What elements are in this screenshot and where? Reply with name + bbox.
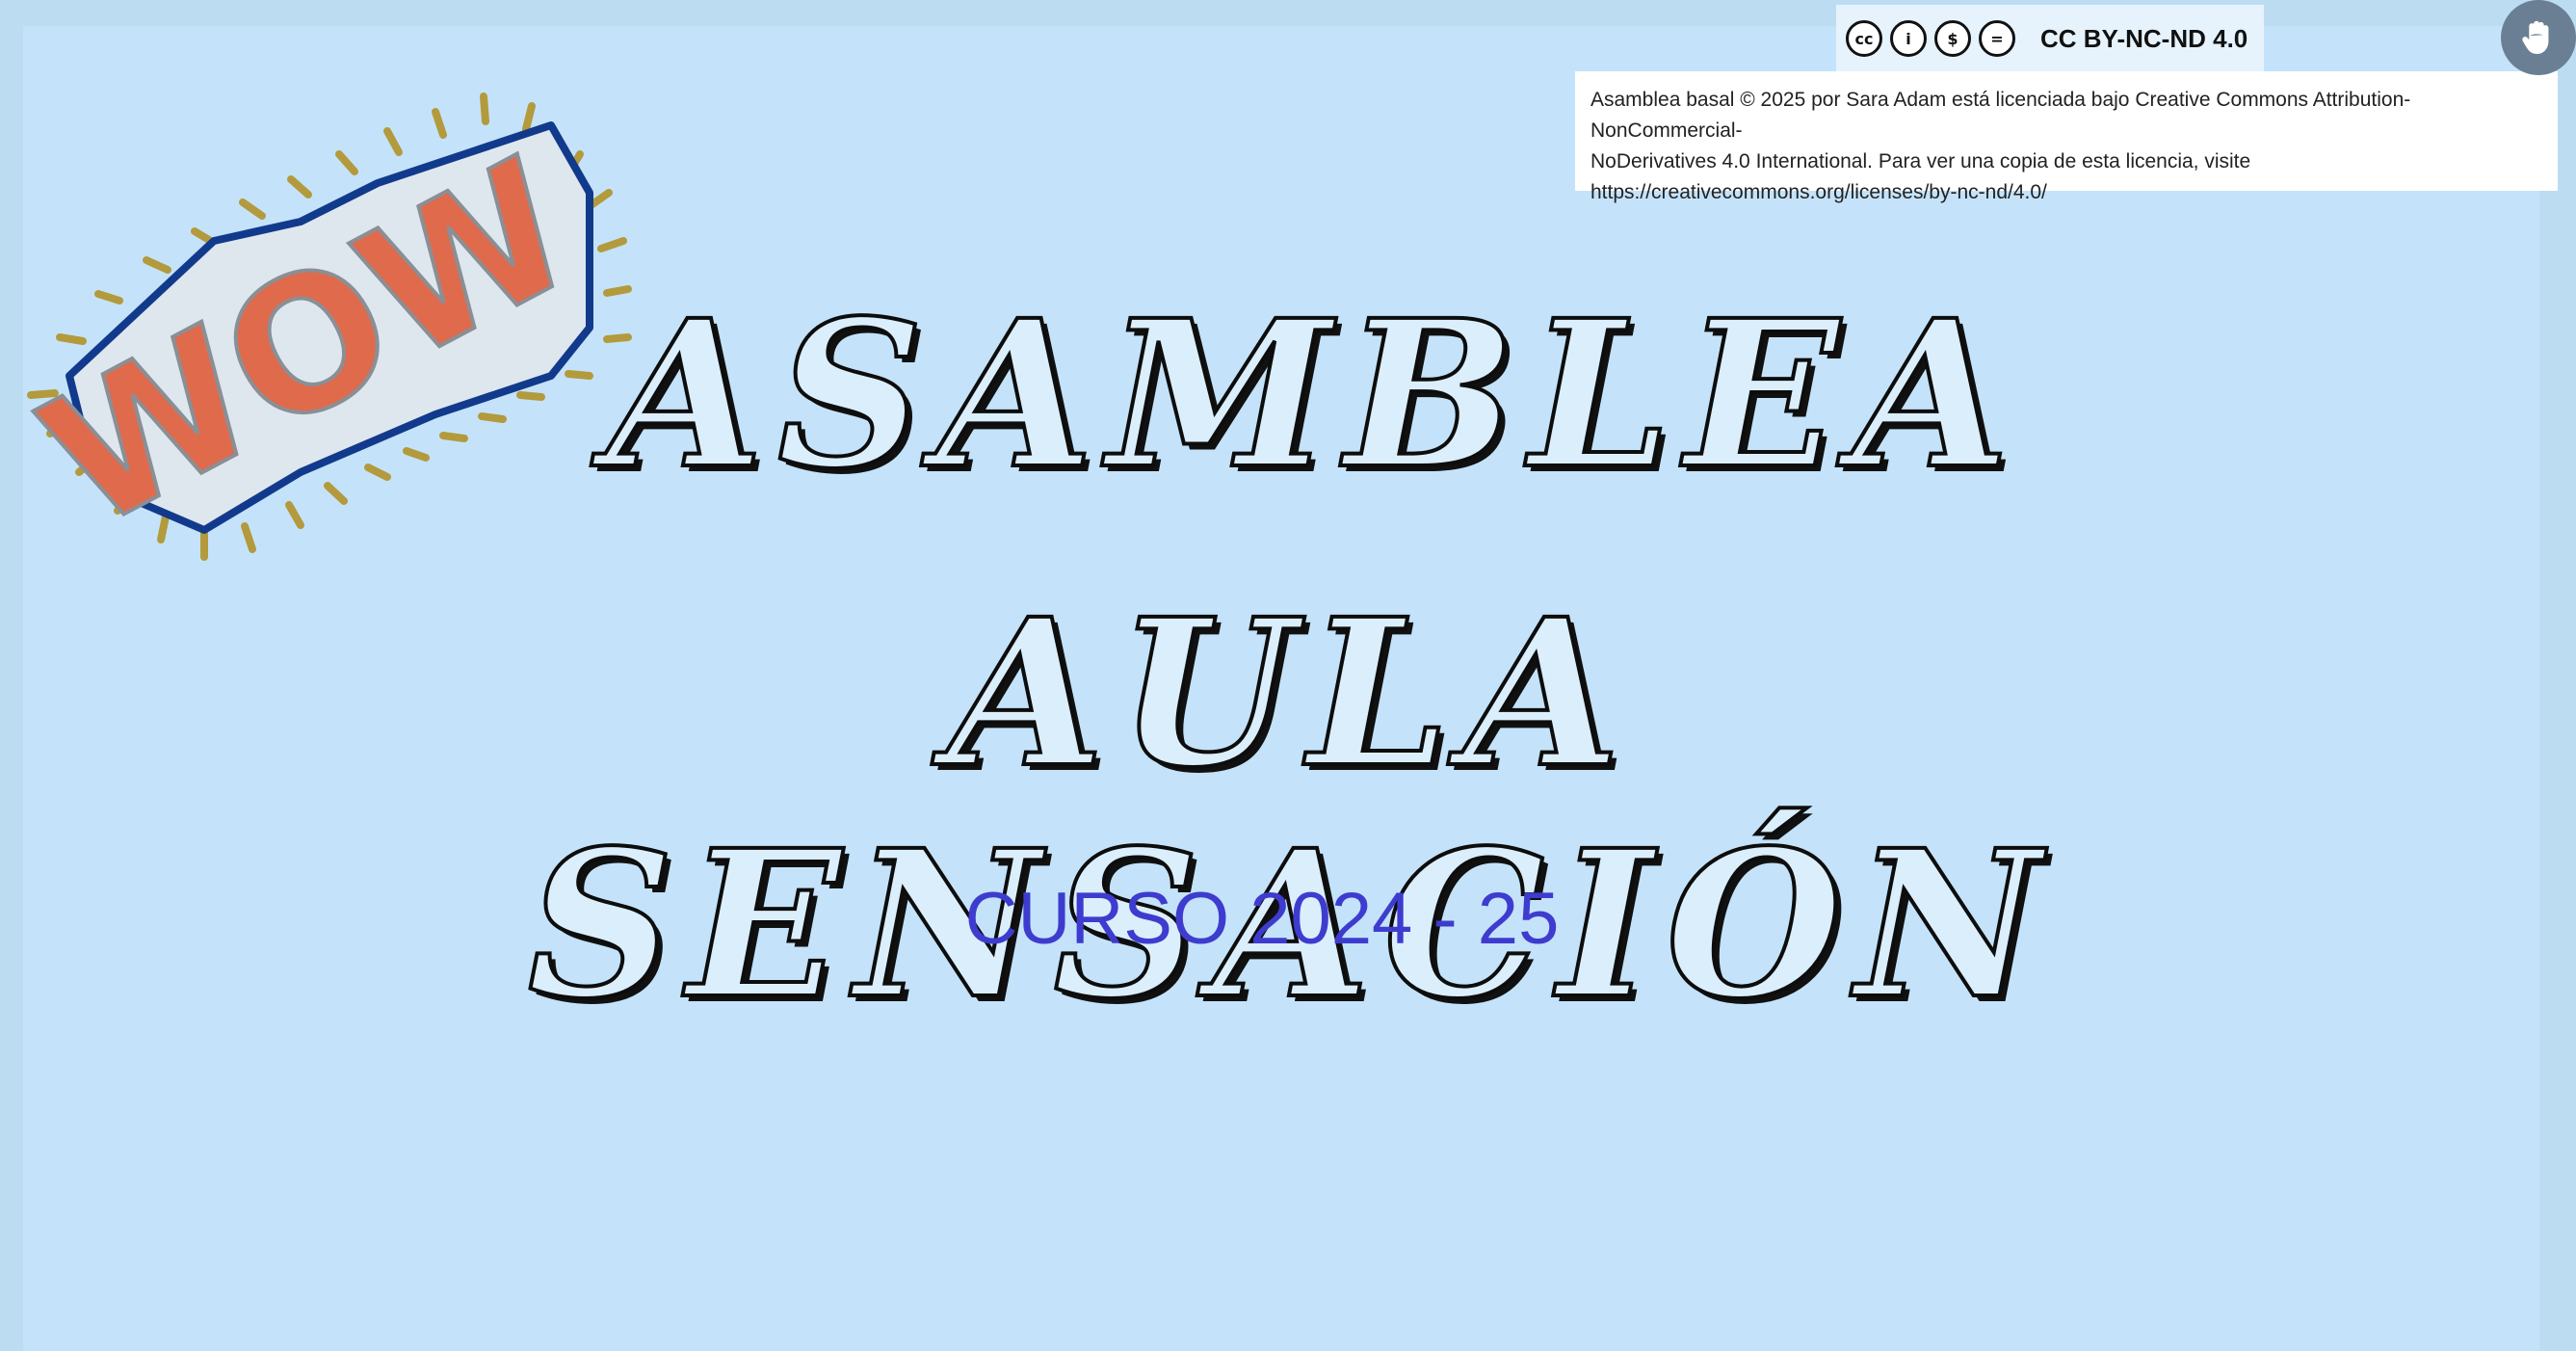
wow-sticker: WOW: [12, 93, 632, 571]
slide-title-line-2: AULA SENSACIÓN: [328, 576, 2254, 1043]
nd-icon: =: [1979, 20, 2015, 57]
cc-icon: cc: [1846, 20, 1882, 57]
slide-title-line-1: ASAMBLEA: [605, 278, 2011, 513]
cc-license-badge[interactable]: cc i $ = CC BY-NC-ND 4.0: [1836, 5, 2264, 72]
hand-tool-button[interactable]: [2501, 0, 2576, 75]
license-text-line: Asamblea basal © 2025 por Sara Adam está…: [1590, 89, 2411, 142]
license-url[interactable]: https://creativecommons.org/licenses/by-…: [1590, 177, 2542, 208]
hand-icon: [2522, 20, 2549, 55]
sticker-text: WOW: [12, 119, 605, 570]
title-text: AULA SENSACIÓN: [526, 574, 2055, 1044]
slide-subtitle: CURSO 2024 - 25: [964, 878, 1560, 960]
by-icon: i: [1890, 20, 1927, 57]
license-text-box: Asamblea basal © 2025 por Sara Adam está…: [1575, 71, 2558, 203]
nc-icon: $: [1934, 20, 1971, 57]
title-text: ASAMBLEA: [605, 276, 2024, 514]
presentation-stage: WOW cc i $ = CC BY-NC-ND 4.0 Asamblea ba…: [0, 0, 2576, 1351]
license-text-line: NoDerivatives 4.0 International. Para ve…: [1590, 150, 2251, 172]
cc-badge-label: CC BY-NC-ND 4.0: [2040, 23, 2248, 53]
